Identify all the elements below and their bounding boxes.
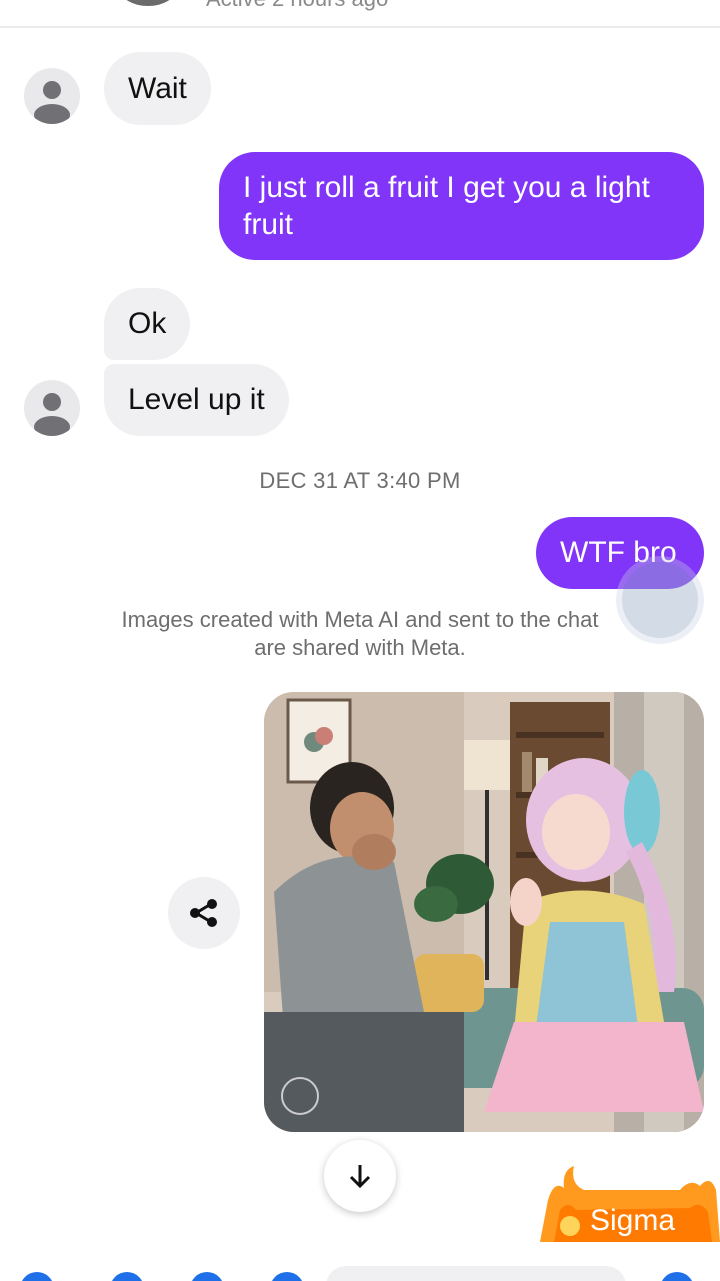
camera-icon[interactable] — [110, 1272, 144, 1281]
message-outgoing[interactable]: I just roll a fruit I get you a light fr… — [219, 152, 704, 260]
meta-ai-notice: Images created with Meta AI and sent to … — [121, 607, 599, 660]
image-illustration — [264, 692, 704, 1132]
message-incoming[interactable]: Wait — [104, 52, 211, 125]
menu-icon[interactable] — [20, 1272, 54, 1281]
chat-header: Active 2 hours ago — [0, 0, 720, 28]
ai-generated-image[interactable] — [264, 692, 704, 1132]
message-incoming[interactable]: Level up it — [104, 364, 289, 436]
person-icon — [34, 81, 70, 124]
person-icon — [34, 393, 70, 436]
sigma-label: Sigma — [590, 1204, 676, 1237]
message-composer — [0, 1242, 720, 1281]
arrow-down-icon — [349, 1165, 371, 1189]
sigma-sticker[interactable]: Sigma — [540, 1160, 720, 1242]
scroll-down-button[interactable] — [324, 1140, 396, 1212]
message-timestamp: DEC 31 AT 3:40 PM — [259, 468, 461, 493]
header-avatar[interactable] — [120, 0, 176, 6]
mic-icon[interactable] — [270, 1272, 304, 1281]
share-button[interactable] — [168, 877, 240, 949]
like-icon[interactable] — [660, 1272, 694, 1281]
gallery-icon[interactable] — [190, 1272, 224, 1281]
touch-indicator — [622, 562, 698, 638]
message-input[interactable] — [326, 1266, 626, 1281]
message-incoming[interactable]: Ok — [104, 288, 191, 360]
share-icon — [190, 899, 217, 927]
header-status: Active 2 hours ago — [206, 0, 388, 12]
sender-avatar[interactable] — [24, 68, 80, 124]
sender-avatar[interactable] — [24, 380, 80, 436]
